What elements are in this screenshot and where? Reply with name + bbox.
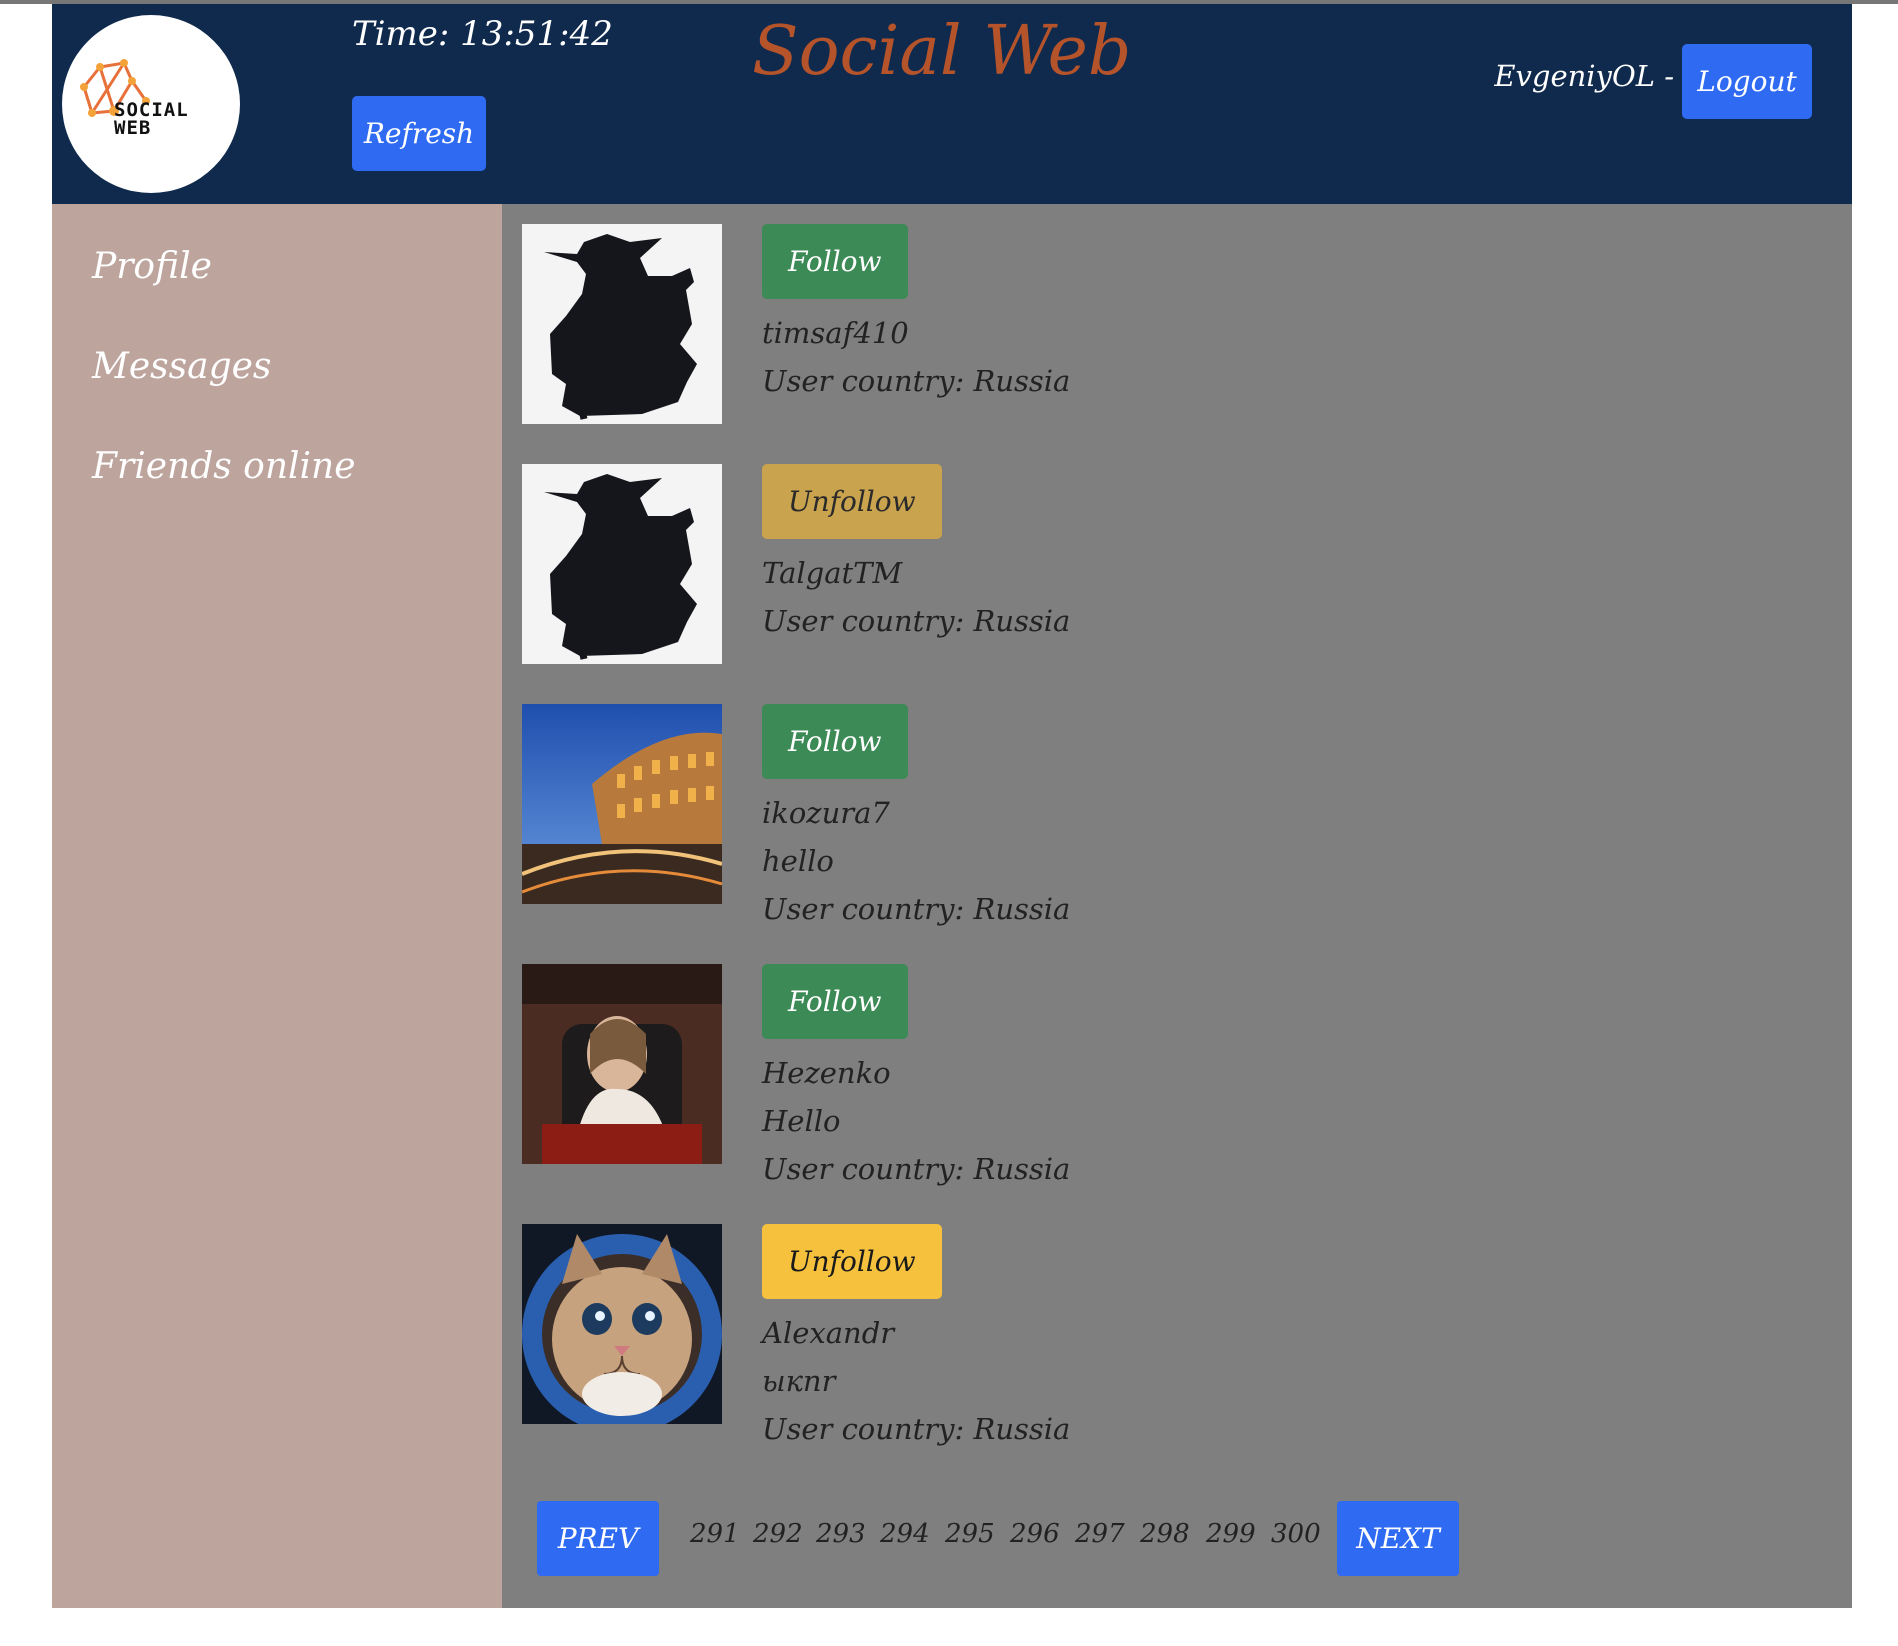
user-name: Hezenko: [762, 1056, 891, 1090]
sidebar-item-friends-online[interactable]: Friends online: [92, 446, 356, 487]
unfollow-button[interactable]: Unfollow: [762, 1224, 942, 1299]
clock-time: Time: 13:51:42: [352, 14, 613, 54]
site-logo[interactable]: SOCIAL WEB: [62, 15, 240, 193]
follow-button[interactable]: Follow: [762, 704, 908, 779]
follow-button[interactable]: Follow: [762, 964, 908, 1039]
user-country: User country: Russia: [762, 1412, 1071, 1446]
user-name: ikozura7: [762, 796, 890, 830]
yoda-silhouette-icon: [522, 464, 722, 664]
user-status: Hello: [762, 1104, 841, 1138]
page-number[interactable]: 299: [1206, 1519, 1256, 1549]
page-number[interactable]: 298: [1140, 1519, 1190, 1549]
user-status: ыкпr: [762, 1364, 836, 1398]
logo-text: SOCIAL WEB: [114, 99, 189, 139]
users-list: Follow timsaf410 User country: Russia Un…: [502, 204, 1852, 1608]
page-number[interactable]: 293: [816, 1519, 866, 1549]
pagination: PREV 291 292 293 294 295 296 297 298 299…: [537, 1501, 1537, 1576]
current-username: EvgeniyOL -: [1494, 59, 1674, 93]
sidebar-item-messages[interactable]: Messages: [92, 346, 271, 387]
user-country: User country: Russia: [762, 604, 1071, 638]
user-avatar[interactable]: [522, 464, 722, 664]
site-title: Social Web: [752, 12, 1132, 91]
user-country: User country: Russia: [762, 1152, 1071, 1186]
user-name: TalgatTM: [762, 556, 903, 590]
unfollow-button[interactable]: Unfollow: [762, 464, 942, 539]
page-number[interactable]: 297: [1075, 1519, 1125, 1549]
prev-page-button[interactable]: PREV: [537, 1501, 659, 1576]
next-page-button[interactable]: NEXT: [1337, 1501, 1459, 1576]
app: SOCIAL WEB Time: 13:51:42 Refresh Social …: [52, 4, 1852, 1608]
page-number[interactable]: 295: [945, 1519, 995, 1549]
user-status: hello: [762, 844, 834, 878]
user-name: timsaf410: [762, 316, 909, 350]
astronaut-cat-photo-icon: [522, 1224, 722, 1424]
follow-button[interactable]: Follow: [762, 224, 908, 299]
sidebar: Profile Messages Friends online: [52, 204, 502, 1608]
refresh-button[interactable]: Refresh: [352, 96, 486, 171]
yoda-silhouette-icon: [522, 224, 722, 424]
user-avatar[interactable]: [522, 704, 722, 904]
user-name: Alexandr: [762, 1316, 895, 1350]
person-photo-icon: [522, 964, 722, 1164]
page-number[interactable]: 300: [1271, 1519, 1321, 1549]
user-country: User country: Russia: [762, 892, 1071, 926]
logout-button[interactable]: Logout: [1682, 44, 1812, 119]
page-number[interactable]: 291: [690, 1519, 740, 1549]
sidebar-item-profile[interactable]: Profile: [92, 246, 212, 287]
page-number[interactable]: 294: [880, 1519, 930, 1549]
page-number[interactable]: 296: [1010, 1519, 1060, 1549]
colosseum-photo-icon: [522, 704, 722, 904]
user-avatar[interactable]: [522, 1224, 722, 1424]
user-country: User country: Russia: [762, 364, 1071, 398]
user-avatar[interactable]: [522, 224, 722, 424]
user-avatar[interactable]: [522, 964, 722, 1164]
header: SOCIAL WEB Time: 13:51:42 Refresh Social …: [52, 4, 1852, 204]
page-number[interactable]: 292: [753, 1519, 803, 1549]
